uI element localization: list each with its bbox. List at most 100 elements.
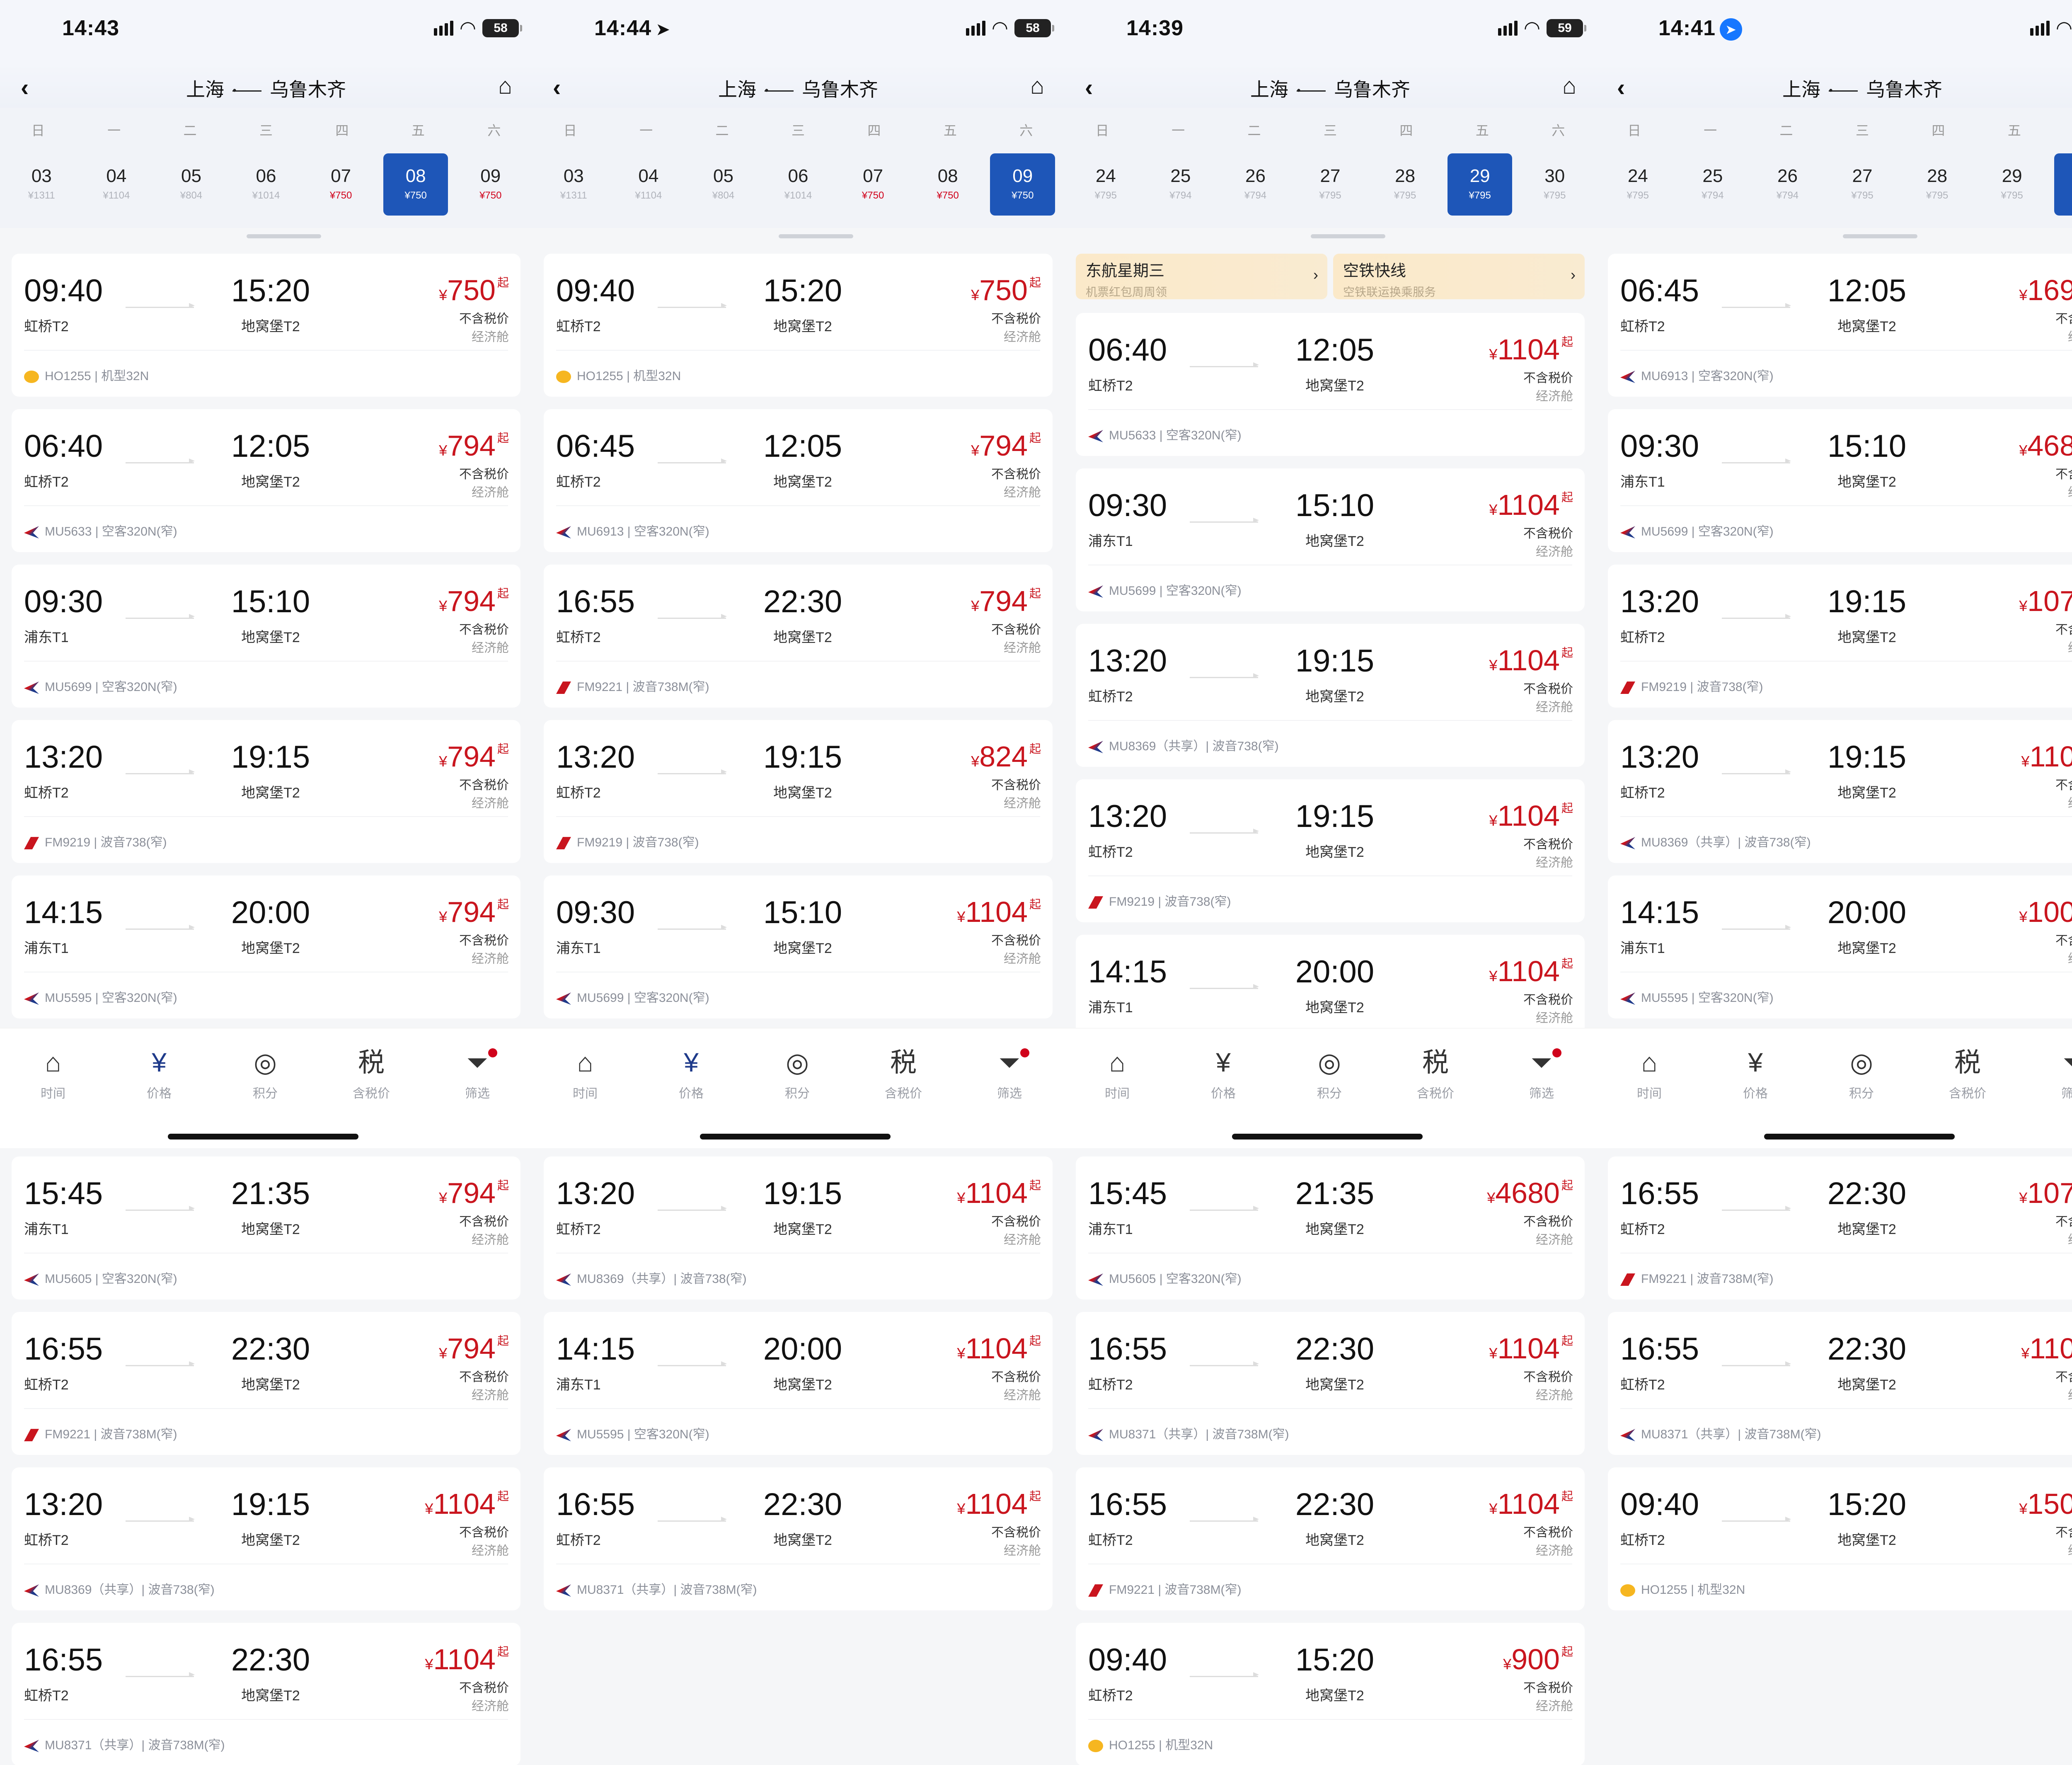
- drag-handle[interactable]: [1843, 234, 1917, 238]
- flight-card[interactable]: 06:40 12:05 虹桥T2 地窝堡T2 ¥1104 起不含税价 经济舱 MU5633 |…: [1076, 313, 1585, 456]
- home-icon[interactable]: ⌂: [498, 72, 512, 99]
- flight-card[interactable]: 16:55 22:30 虹桥T2 地窝堡T2 ¥1104起不含税价经济舱 MU8371（共…: [1076, 1312, 1585, 1455]
- home-icon[interactable]: ⌂: [1030, 72, 1044, 99]
- flight-card[interactable]: 06:40 12:05 虹桥T2 地窝堡T2 ¥794 起不含税价 经济舱 MU5633 | …: [12, 409, 520, 552]
- flight-number: MU8369（共享）| 波音738(窄): [1641, 836, 1811, 849]
- flight-card[interactable]: 13:20 19:15 虹桥T2 地窝堡T2 ¥1104起不含税价经济舱 MU8369（共…: [12, 1467, 520, 1610]
- flight-card[interactable]: 09:40 15:20 虹桥T2 地窝堡T2 ¥750 起不含税价 经济舱 HO1255 | …: [544, 254, 1053, 397]
- date-row: 24 ¥795 25 ¥794 26 ¥794 27 ¥795 28 ¥795 29 ¥795 30 ¥7…: [1064, 153, 1596, 216]
- sort-tab[interactable]: ⌂ 时间: [1076, 1045, 1159, 1101]
- flight-card[interactable]: 13:20 19:15 虹桥T2 地窝堡T2 ¥1104起不含税价经济舱 MU8369（共…: [1608, 720, 2072, 863]
- sort-tab[interactable]: 税含税价: [862, 1045, 945, 1101]
- date-item[interactable]: 09 ¥750: [458, 153, 523, 216]
- flight-card[interactable]: 15:45 21:35 浦东T1 地窝堡T2 ¥4680 起不含税价 经济舱 MU5605 |…: [1076, 1156, 1585, 1300]
- flight-card[interactable]: 15:45 21:35 浦东T1 地窝堡T2 ¥794 起不含税价 经济舱 MU5605 | …: [12, 1156, 520, 1300]
- date-item[interactable]: 25 ¥794: [1148, 153, 1213, 216]
- flight-card[interactable]: 09:40 15:20 虹桥T2 地窝堡T2 ¥750 起不含税价 经济舱 HO1255 | …: [12, 254, 520, 397]
- date-lowest-price: ¥1104: [635, 190, 662, 201]
- date-item[interactable]: 28 ¥795: [1905, 153, 1970, 216]
- flight-card[interactable]: 16:55 22:30 虹桥T2 地窝堡T2 ¥1104起不含税价经济舱 MU8371（共…: [12, 1623, 520, 1765]
- sort-tab[interactable]: 税含税价: [1394, 1045, 1477, 1101]
- flight-card[interactable]: 06:45 12:05 虹桥T2 地窝堡T2 ¥794 起不含税价 经济舱 MU6913 | …: [544, 409, 1053, 552]
- flight-card[interactable]: 13:20 19:15 虹桥T2 地窝堡T2 ¥794 起不含税价 经济舱 FM9219 | …: [12, 720, 520, 863]
- flight-card[interactable]: 09:30 15:10 浦东T1 地窝堡T2 ¥794 起不含税价 经济舱 MU5699 | …: [12, 565, 520, 708]
- date-item[interactable]: 09 ¥750: [990, 153, 1055, 216]
- date-item[interactable]: 03 ¥1311: [9, 153, 74, 216]
- date-item[interactable]: 06 ¥1014: [766, 153, 831, 216]
- date-item[interactable]: 30 ¥795: [1522, 153, 1587, 216]
- sort-tab[interactable]: ⌂ 时间: [12, 1045, 94, 1101]
- sort-tab[interactable]: ⏷ 筛选: [436, 1045, 519, 1101]
- date-item[interactable]: 05 ¥804: [159, 153, 224, 216]
- date-item[interactable]: 29 ¥795: [1447, 153, 1513, 216]
- drag-handle[interactable]: [247, 234, 321, 238]
- cabin-class: 经济舱: [2068, 948, 2072, 967]
- flight-card[interactable]: 16:55 22:30 虹桥T2 地窝堡T2 ¥1104 起不含税价 经济舱 FM9221 |…: [1076, 1467, 1585, 1610]
- flight-card[interactable]: 06:45 12:05 虹桥T2 地窝堡T2 ¥1692起不含税价经济舱 MU6913 |…: [1608, 254, 2072, 397]
- date-item[interactable]: 28 ¥795: [1372, 153, 1438, 216]
- drag-handle[interactable]: [1311, 234, 1385, 238]
- sort-tab[interactable]: 税含税价: [1926, 1045, 2009, 1101]
- sort-tab[interactable]: ⌂ 时间: [1608, 1045, 1691, 1101]
- sort-tab[interactable]: ¥ 价格: [1182, 1045, 1265, 1101]
- flight-card[interactable]: 16:55 22:30 虹桥T2 地窝堡T2 ¥1078起不含税价经济舱 FM9221 |…: [1608, 1156, 2072, 1300]
- date-item[interactable]: 24 ¥795: [1605, 153, 1670, 216]
- tax-note: 不含税价: [1523, 1215, 1573, 1229]
- sort-tab[interactable]: ◎ 积分: [756, 1045, 839, 1101]
- date-item[interactable]: 30 ¥795: [2054, 153, 2072, 216]
- home-icon[interactable]: ⌂: [1562, 72, 1576, 99]
- flight-card[interactable]: 16:55 22:30 虹桥T2 地窝堡T2 ¥1104起不含税价经济舱 MU8371（共…: [544, 1467, 1053, 1610]
- date-item[interactable]: 07 ¥750: [840, 153, 905, 216]
- date-item[interactable]: 08 ¥750: [915, 153, 980, 216]
- date-item[interactable]: 26 ¥794: [1755, 153, 1820, 216]
- date-item[interactable]: 04 ¥1104: [616, 153, 681, 216]
- sort-tab[interactable]: ⏷ 筛选: [2032, 1045, 2072, 1101]
- flight-card[interactable]: 14:15 20:00 浦东T1 地窝堡T2 ¥794 起不含税价 经济舱 MU5595 | …: [12, 875, 520, 1018]
- date-item[interactable]: 27 ¥795: [1298, 153, 1363, 216]
- flight-card[interactable]: 13:20 19:15 虹桥T2 地窝堡T2 ¥824 起不含税价 经济舱 FM9219 | …: [544, 720, 1053, 863]
- flight-card[interactable]: 09:40 15:20 虹桥T2 地窝堡T2 ¥1500起不含税价经济舱 HO1255 |…: [1608, 1467, 2072, 1610]
- date-item[interactable]: 08 ¥750: [383, 153, 448, 216]
- date-item[interactable]: 29 ¥795: [1980, 153, 2045, 216]
- flight-card[interactable]: 13:20 19:15 虹桥T2 地窝堡T2 ¥1104起不含税价经济舱 MU8369（共…: [1076, 624, 1585, 767]
- sort-tab[interactable]: ⏷ 筛选: [968, 1045, 1051, 1101]
- flight-card[interactable]: 16:55 22:30 虹桥T2 地窝堡T2 ¥794 起不含税价 经济舱 FM9221 | …: [544, 565, 1053, 708]
- date-item[interactable]: 24 ¥795: [1073, 153, 1138, 216]
- flight-card[interactable]: 14:15 20:00 浦东T1 地窝堡T2 ¥1104 起不含税价 经济舱 MU5595 |…: [544, 1312, 1053, 1455]
- sort-tab[interactable]: ¥ 价格: [1714, 1045, 1797, 1101]
- weekday-row: 日一二三四五六: [1596, 120, 2072, 139]
- sort-tab[interactable]: ◎ 积分: [1288, 1045, 1371, 1101]
- flight-card[interactable]: 09:30 15:10 浦东T1 地窝堡T2 ¥1104 起不含税价 经济舱 MU5699 |…: [544, 875, 1053, 1018]
- sort-tab[interactable]: ¥ 价格: [118, 1045, 201, 1101]
- date-item[interactable]: 06 ¥1014: [234, 153, 299, 216]
- arrival-airport: 地窝堡T2: [241, 319, 300, 335]
- date-item[interactable]: 04 ¥1104: [84, 153, 149, 216]
- flight-card[interactable]: 16:55 22:30 虹桥T2 地窝堡T2 ¥794 起不含税价 经济舱 FM9221 | …: [12, 1312, 520, 1455]
- sort-tab[interactable]: ◎ 积分: [224, 1045, 307, 1101]
- sort-tab[interactable]: ⌂ 时间: [544, 1045, 627, 1101]
- flight-card[interactable]: 16:55 22:30 虹桥T2 地窝堡T2 ¥1104起不含税价经济舱 MU8371（共…: [1608, 1312, 2072, 1455]
- date-item[interactable]: 03 ¥1311: [541, 153, 606, 216]
- flight-card[interactable]: 09:40 15:20 虹桥T2 地窝堡T2 ¥900 起不含税价 经济舱 HO1255 | …: [1076, 1623, 1585, 1765]
- date-item[interactable]: 07 ¥750: [308, 153, 373, 216]
- flight-card[interactable]: 09:30 15:10 浦东T1 地窝堡T2 ¥1104 起不含税价 经济舱 MU5699 |…: [1076, 468, 1585, 611]
- date-day: 09: [480, 166, 501, 186]
- flight-card[interactable]: 13:20 19:15 虹桥T2 地窝堡T2 ¥1104起不含税价经济舱 MU8369（共…: [544, 1156, 1053, 1300]
- flight-card[interactable]: 13:20 19:15 虹桥T2 地窝堡T2 ¥1104 起不含税价 经济舱 FM9219 |…: [1076, 779, 1585, 922]
- flight-price: ¥1692起: [2019, 274, 2072, 307]
- date-item[interactable]: 27 ¥795: [1830, 153, 1895, 216]
- flight-card[interactable]: 14:15 20:00 浦东T1 地窝堡T2 ¥1007起不含税价经济舱 MU5595 |…: [1608, 875, 2072, 1018]
- sort-tab[interactable]: 税含税价: [330, 1045, 413, 1101]
- arrival-airport: 地窝堡T2: [1305, 1532, 1364, 1548]
- sort-tab[interactable]: ◎ 积分: [1820, 1045, 1903, 1101]
- promo-banner[interactable]: 东航星期三 机票红包周周领 ›: [1076, 254, 1327, 299]
- promo-banner[interactable]: 空铁快线 空铁联运换乘服务 ›: [1333, 254, 1585, 299]
- flight-card[interactable]: 09:30 15:10 浦东T1 地窝堡T2 ¥4680起不含税价经济舱 MU5699 |…: [1608, 409, 2072, 552]
- sort-tab[interactable]: ¥ 价格: [650, 1045, 733, 1101]
- flight-card[interactable]: 13:20 19:15 虹桥T2 地窝堡T2 ¥1078起不含税价经济舱 FM9219 |…: [1608, 565, 2072, 708]
- date-item[interactable]: 05 ¥804: [691, 153, 756, 216]
- drag-handle[interactable]: [779, 234, 853, 238]
- date-item[interactable]: 25 ¥794: [1680, 153, 1745, 216]
- sort-tab[interactable]: ⏷ 筛选: [1500, 1045, 1583, 1101]
- date-item[interactable]: 26 ¥794: [1223, 153, 1288, 216]
